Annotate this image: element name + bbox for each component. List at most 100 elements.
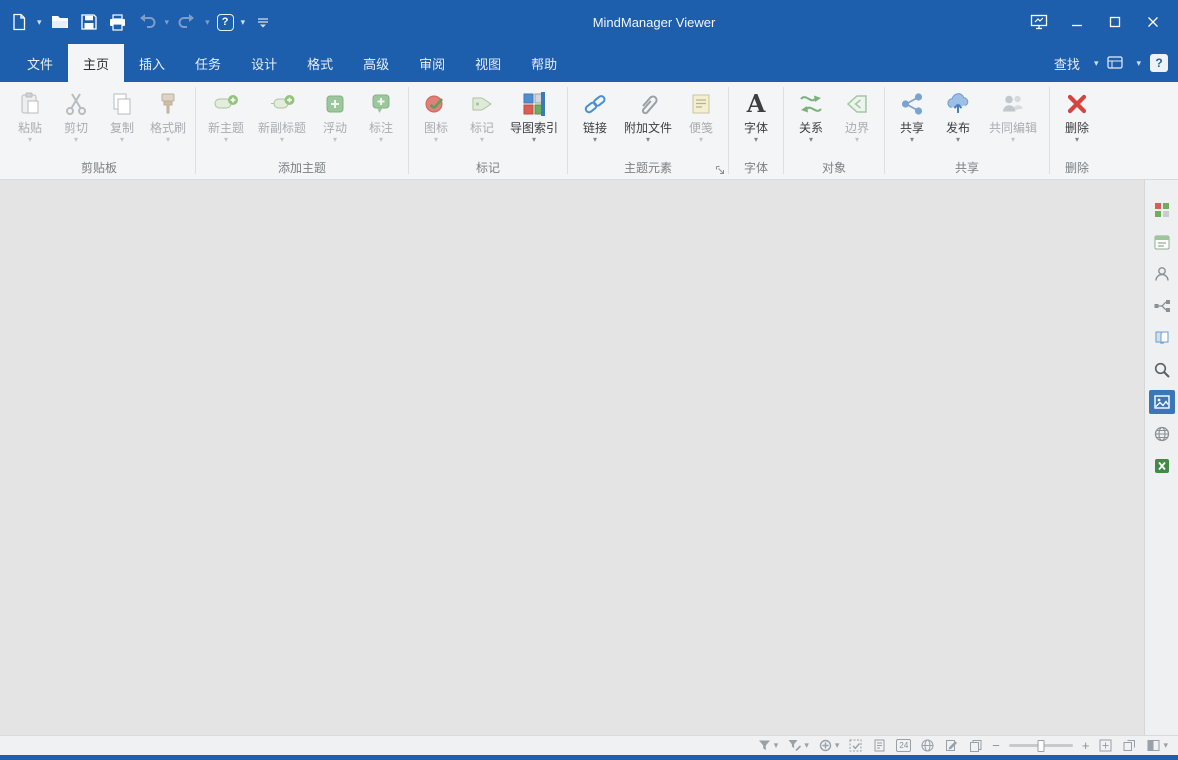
redo-icon[interactable] (176, 11, 198, 33)
titlebar: ▾ ▾ ▾ ? ▾ MindManager Viewer (0, 0, 1178, 44)
excel-pane-icon[interactable] (1149, 454, 1175, 478)
web-icon[interactable] (920, 738, 935, 753)
marker-button[interactable]: 图标 ▾ (414, 86, 458, 144)
fit-map-icon[interactable] (1098, 738, 1113, 753)
help-icon[interactable]: ? (1150, 54, 1168, 72)
tab-file[interactable]: 文件 (12, 44, 68, 82)
floating-topic-button[interactable]: 浮动 ▾ (313, 86, 357, 144)
map-canvas[interactable] (0, 180, 1144, 735)
new-subtopic-button[interactable]: 新副标题 ▾ (253, 86, 311, 144)
open-icon[interactable] (49, 11, 71, 33)
schedule-icon[interactable]: 24 (896, 739, 911, 752)
chevron-down-icon: ▾ (532, 135, 536, 144)
maximize-button[interactable] (1098, 8, 1132, 36)
feedback-icon[interactable] (1022, 8, 1056, 36)
map-parts-pane-icon[interactable] (1149, 294, 1175, 318)
quick-help-icon[interactable]: ? (217, 14, 234, 31)
library-pane-icon[interactable] (1149, 326, 1175, 350)
group-label: 字体 (734, 159, 778, 178)
annotate-icon[interactable] (944, 738, 959, 753)
button-label: 新副标题 (258, 121, 306, 135)
tag-icon (468, 88, 496, 120)
publish-button[interactable]: 发布 ▾ (936, 86, 980, 144)
notes-status-icon[interactable] (872, 738, 887, 753)
chevron-down-icon[interactable]: ▾ (1094, 58, 1099, 69)
resources-pane-icon[interactable] (1149, 262, 1175, 286)
new-topic-button[interactable]: 新主题 ▾ (201, 86, 251, 144)
ribbon-layout-icon[interactable] (1107, 55, 1127, 71)
chevron-down-icon[interactable]: ▾ (205, 17, 210, 28)
copy-button[interactable]: 复制 ▾ (100, 86, 144, 144)
paste-button[interactable]: 粘贴 ▾ (8, 86, 52, 144)
save-icon[interactable] (78, 11, 100, 33)
new-document-icon[interactable] (8, 11, 30, 33)
tab-review[interactable]: 审阅 (404, 44, 460, 82)
button-label: 格式刷 (150, 121, 186, 135)
pages-icon[interactable] (968, 738, 983, 753)
chevron-down-icon: ▾ (646, 135, 650, 144)
minimize-button[interactable] (1060, 8, 1094, 36)
close-button[interactable] (1136, 8, 1170, 36)
chevron-down-icon: ▾ (120, 135, 124, 144)
filter-icon[interactable]: ▾ (757, 738, 779, 753)
relationship-button[interactable]: 关系 ▾ (789, 86, 833, 144)
chevron-down-icon[interactable]: ▾ (165, 17, 170, 28)
cut-button[interactable]: 剪切 ▾ (54, 86, 98, 144)
group-label: 添加主题 (201, 159, 403, 178)
map-index-button[interactable]: 导图索引 ▾ (506, 86, 562, 144)
chevron-down-icon: ▾ (1163, 740, 1168, 751)
chevron-down-icon: ▾ (333, 135, 337, 144)
coedit-button[interactable]: 共同编辑 ▾ (982, 86, 1044, 144)
tab-advanced[interactable]: 高级 (348, 44, 404, 82)
search-pane-icon[interactable] (1149, 358, 1175, 382)
notes-button[interactable]: 便笺 ▾ (679, 86, 723, 144)
power-filter-icon[interactable]: ▾ (787, 738, 809, 753)
select-icon[interactable] (848, 738, 863, 753)
format-painter-button[interactable]: 格式刷 ▾ (146, 86, 190, 144)
tag-button[interactable]: 标记 ▾ (460, 86, 504, 144)
chevron-down-icon: ▾ (480, 135, 484, 144)
find-button[interactable]: 查找 (1040, 44, 1094, 82)
zoom-slider-thumb[interactable] (1037, 740, 1044, 752)
tab-insert[interactable]: 插入 (124, 44, 180, 82)
images-pane-icon[interactable] (1149, 390, 1175, 414)
tab-view[interactable]: 视图 (460, 44, 516, 82)
new-window-icon[interactable] (1122, 738, 1137, 753)
delete-button[interactable]: 删除 ▾ (1055, 86, 1099, 144)
callout-button[interactable]: 标注 ▾ (359, 86, 403, 144)
font-button[interactable]: A 字体 ▾ (734, 86, 778, 144)
customize-quick-access-icon[interactable] (252, 11, 274, 33)
print-icon[interactable] (107, 11, 129, 33)
chevron-down-icon[interactable]: ▾ (241, 17, 246, 28)
chevron-down-icon: ▾ (804, 740, 809, 751)
share-button[interactable]: 共享 ▾ (890, 86, 934, 144)
tab-design[interactable]: 设计 (236, 44, 292, 82)
map-index-pane-icon[interactable] (1149, 198, 1175, 222)
zoom-slider[interactable] (1009, 744, 1073, 747)
undo-icon[interactable] (136, 11, 158, 33)
button-label: 发布 (946, 121, 970, 135)
quick-target-icon[interactable]: ▾ (818, 738, 840, 753)
tab-format[interactable]: 格式 (292, 44, 348, 82)
browser-pane-icon[interactable] (1149, 422, 1175, 446)
tab-help[interactable]: 帮助 (516, 44, 572, 82)
button-label: 粘贴 (18, 121, 42, 135)
view-split-icon[interactable]: ▾ (1146, 738, 1168, 753)
boundary-button[interactable]: 边界 ▾ (835, 86, 879, 144)
chevron-down-icon[interactable]: ▾ (1136, 58, 1141, 69)
task-info-pane-icon[interactable] (1149, 230, 1175, 254)
window-bottom-edge (0, 755, 1178, 760)
zoom-out-button[interactable]: − (992, 740, 1000, 752)
attachment-button[interactable]: 附加文件 ▾ (619, 86, 677, 144)
main-area (0, 180, 1178, 735)
zoom-in-button[interactable]: + (1082, 740, 1090, 752)
group-label: 主题元素 (573, 159, 723, 178)
link-button[interactable]: 链接 ▾ (573, 86, 617, 144)
ribbon-group-topic-elements: 链接 ▾ 附加文件 ▾ 便笺 ▾ 主题元素 (568, 82, 728, 179)
dialog-launcher-icon[interactable] (715, 165, 725, 175)
tab-home[interactable]: 主页 (68, 44, 124, 82)
tab-task[interactable]: 任务 (180, 44, 236, 82)
chevron-down-icon[interactable]: ▾ (37, 17, 42, 28)
coedit-icon (999, 88, 1027, 120)
chevron-down-icon: ▾ (910, 135, 914, 144)
